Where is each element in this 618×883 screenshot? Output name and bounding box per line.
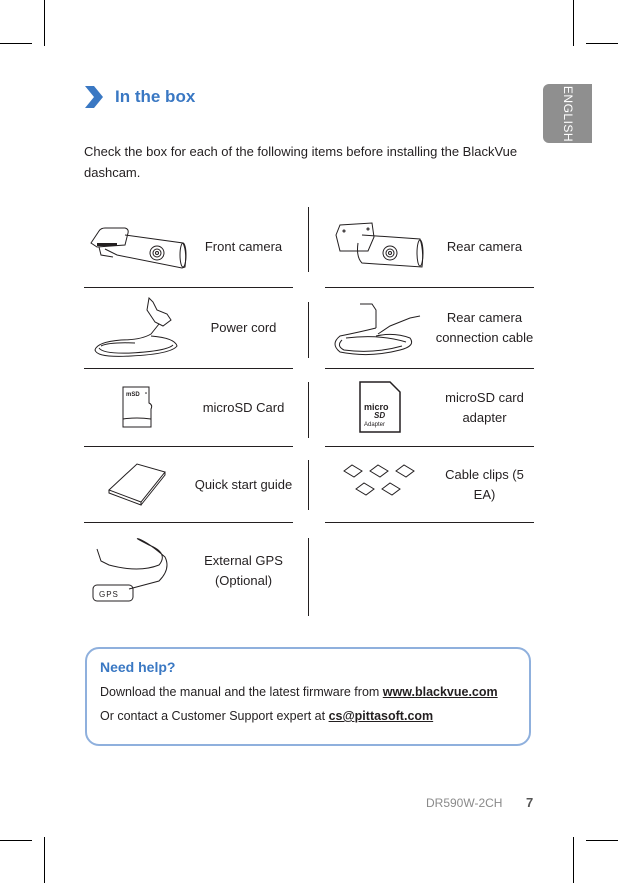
cable-clips-icon xyxy=(343,463,415,496)
item-label: Rear camera connection cable xyxy=(435,310,534,345)
crop-mark xyxy=(573,837,574,883)
website-link[interactable]: www.blackvue.com xyxy=(383,685,498,699)
item-sd-adapter: micro SD Adapter microSD card adapter xyxy=(325,369,534,447)
language-tab-label: ENGLISH xyxy=(560,85,575,142)
svg-text:Adapter: Adapter xyxy=(364,422,385,428)
item-microsd-card: mSD microSD Card xyxy=(84,369,293,447)
crop-mark xyxy=(573,0,574,46)
items-grid: Front camera Rear camera Power cord Rear… xyxy=(84,207,534,618)
external-gps-icon: GPS xyxy=(92,537,168,601)
empty-cell xyxy=(325,523,534,618)
item-label: External GPS (Optional) xyxy=(204,552,283,588)
microsd-card-icon: mSD xyxy=(122,386,153,427)
items-row: Quick start guide Cable clips (5 EA) xyxy=(84,447,534,523)
help-box: Need help? Download the manual and the l… xyxy=(85,647,531,746)
item-power-cord: Power cord xyxy=(84,288,293,369)
crop-mark xyxy=(44,0,45,46)
svg-text:GPS: GPS xyxy=(99,590,119,599)
divider xyxy=(308,538,309,616)
item-external-gps: GPS External GPS (Optional) xyxy=(84,523,293,618)
help-line-download: Download the manual and the latest firmw… xyxy=(100,680,529,704)
item-connection-cable: Rear camera connection cable xyxy=(325,288,534,369)
help-text: Download the manual and the latest firmw… xyxy=(100,685,383,699)
item-rear-camera: Rear camera xyxy=(325,207,534,288)
section-title: In the box xyxy=(115,87,196,106)
item-label: Quick start guide xyxy=(194,476,293,492)
items-row: Power cord Rear camera connection cable xyxy=(84,288,534,369)
email-link[interactable]: cs@pittasoft.com xyxy=(329,709,434,723)
help-text: Or contact a Customer Support expert at xyxy=(100,709,329,723)
page-number: 7 xyxy=(526,795,534,810)
crop-mark xyxy=(586,840,618,841)
svg-text:mSD: mSD xyxy=(126,392,140,398)
item-cable-clips: Cable clips (5 EA) xyxy=(325,447,534,523)
rear-camera-icon xyxy=(335,222,424,268)
help-line-contact: Or contact a Customer Support expert at … xyxy=(100,704,529,728)
intro-text: Check the box for each of the following … xyxy=(84,144,518,180)
item-label: microSD card adapter xyxy=(445,389,524,425)
item-label: Front camera xyxy=(204,239,283,254)
crop-mark xyxy=(44,837,45,883)
item-label: microSD Card xyxy=(202,399,285,415)
sd-adapter-icon: micro SD Adapter xyxy=(359,380,401,433)
section-heading: In the box xyxy=(84,86,195,108)
help-title: Need help? xyxy=(100,659,176,675)
crop-mark xyxy=(586,43,618,44)
front-camera-icon xyxy=(90,227,187,269)
item-label: Rear camera xyxy=(446,239,523,254)
language-tab: ENGLISH xyxy=(543,84,592,143)
connection-cable-icon xyxy=(334,303,421,356)
crop-mark xyxy=(0,43,32,44)
chevron-right-icon xyxy=(85,86,103,108)
item-label: Power cord xyxy=(210,320,277,335)
divider xyxy=(308,302,309,358)
items-row: mSD microSD Card micro SD Adapter microS… xyxy=(84,369,534,447)
item-front-camera: Front camera xyxy=(84,207,293,288)
items-row: Front camera Rear camera xyxy=(84,207,534,288)
item-label: Cable clips (5 EA) xyxy=(445,466,524,502)
power-cord-icon xyxy=(94,296,178,357)
divider xyxy=(308,382,309,438)
divider xyxy=(308,460,309,510)
svg-text:SD: SD xyxy=(374,411,385,420)
divider xyxy=(308,207,309,272)
model-name: DR590W-2CH xyxy=(426,796,503,810)
crop-mark xyxy=(0,840,32,841)
quick-start-guide-icon xyxy=(108,462,166,506)
items-row: GPS External GPS (Optional) xyxy=(84,523,534,618)
item-quick-start-guide: Quick start guide xyxy=(84,447,293,523)
